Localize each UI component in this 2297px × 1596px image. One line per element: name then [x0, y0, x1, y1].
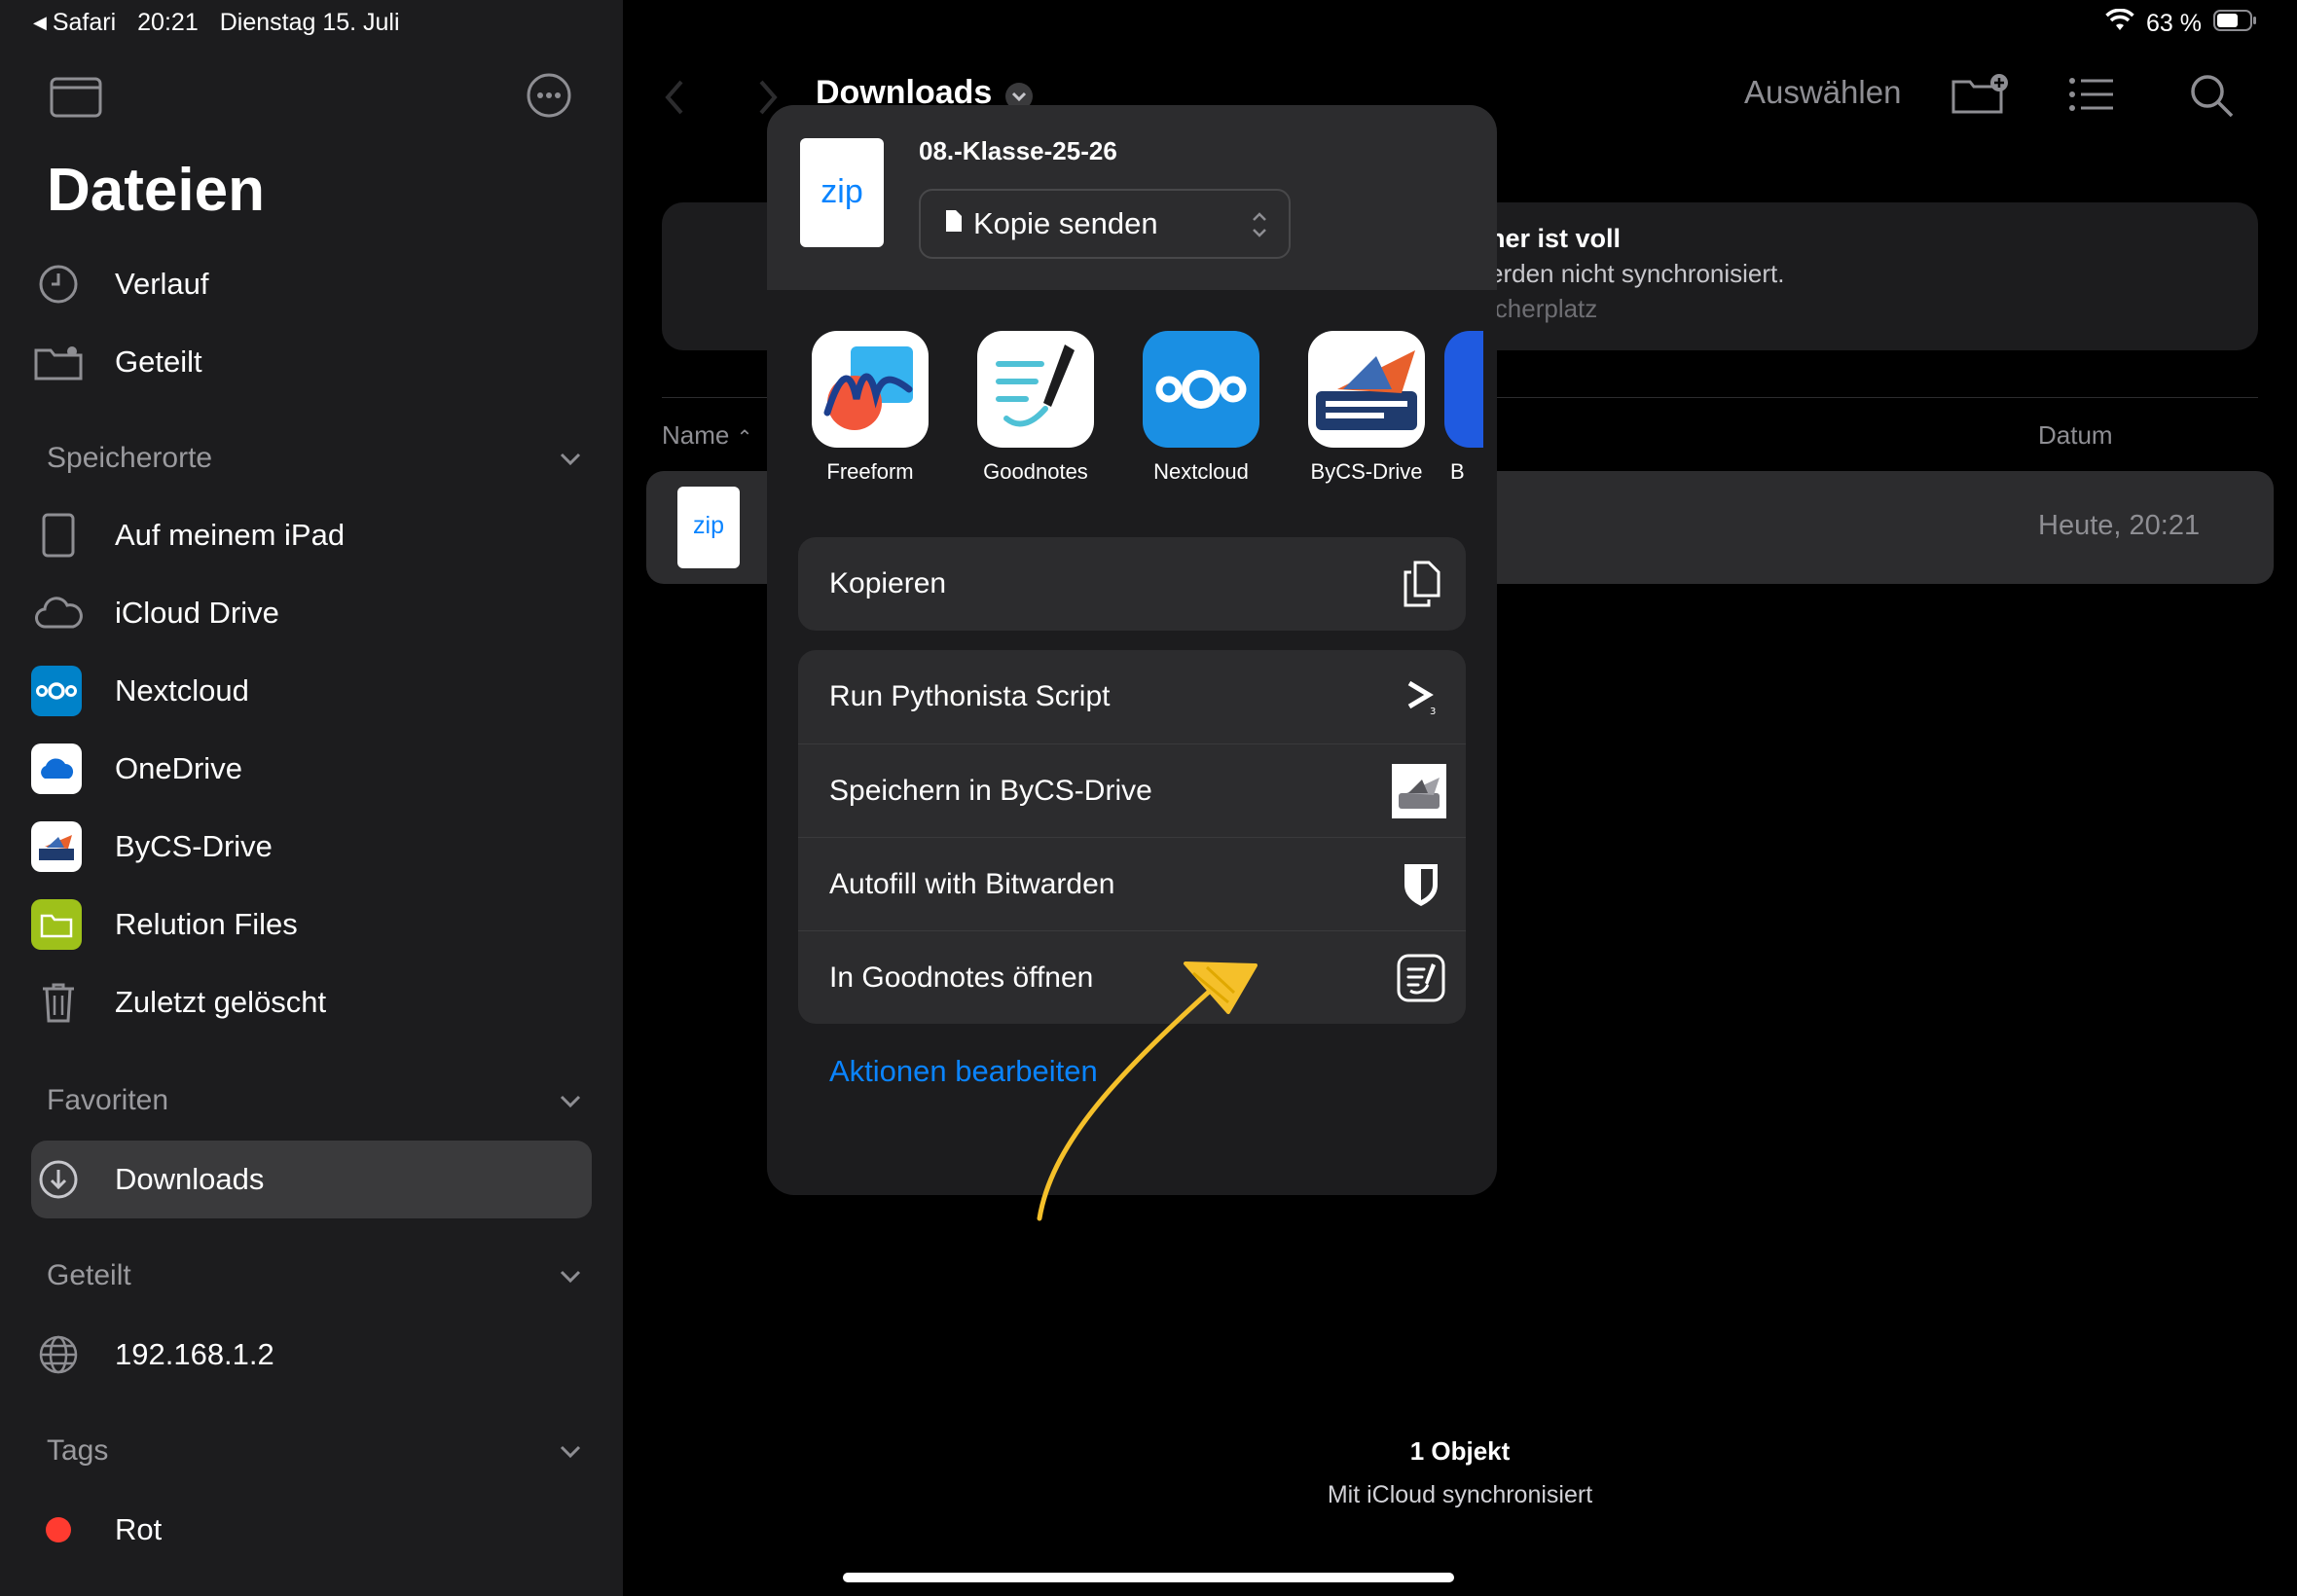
freeform-icon	[812, 331, 929, 448]
sidebar-item-ipad[interactable]: Auf meinem iPad	[31, 504, 592, 566]
actions-group: Run Pythonista Script 3 Speichern in ByC…	[798, 650, 1466, 1024]
chevron-down-icon	[559, 1259, 582, 1292]
goodnotes-open-icon	[1394, 951, 1448, 1005]
ipad-icon	[31, 508, 86, 562]
sidebar-item-onedrive[interactable]: OneDrive	[31, 738, 592, 800]
status-bar: ◀ Safari 20:21 Dienstag 15. Juli 63 %	[0, 0, 2297, 47]
relution-icon	[31, 899, 82, 950]
globe-icon	[31, 1327, 86, 1382]
zip-file-icon: zip	[677, 487, 740, 568]
sidebar-toggle-icon[interactable]	[49, 76, 103, 124]
svg-text:3: 3	[1430, 707, 1436, 716]
clock-icon	[31, 257, 86, 311]
action-open-goodnotes[interactable]: In Goodnotes öffnen	[798, 930, 1466, 1024]
zip-file-icon: zip	[800, 138, 884, 247]
back-chevron-icon[interactable]	[662, 78, 687, 122]
chevron-down-icon	[559, 1084, 582, 1117]
column-header-date[interactable]: Datum	[2038, 420, 2113, 451]
download-circle-icon	[31, 1152, 86, 1207]
sidebar-item-bycs[interactable]: ByCS-Drive	[31, 816, 592, 878]
more-options-icon[interactable]	[526, 72, 572, 124]
sidebar-item-icloud[interactable]: iCloud Drive	[31, 582, 592, 644]
app-row: Freeform Goodnotes Nextcloud ByCS-Drive …	[767, 331, 1497, 496]
battery-percent: 63 %	[2146, 10, 2202, 37]
bitwarden-shield-icon	[1394, 857, 1448, 912]
sidebar-item-trash[interactable]: Zuletzt gelöscht	[31, 971, 592, 1034]
action-save-bycs[interactable]: Speichern in ByCS-Drive	[798, 744, 1466, 837]
sidebar-item-relution[interactable]: Relution Files	[31, 893, 592, 956]
nextcloud-icon	[31, 666, 82, 716]
sync-status: Mit iCloud synchronisiert	[1327, 1481, 1593, 1508]
action-pythonista[interactable]: Run Pythonista Script 3	[798, 650, 1466, 744]
partial-app-icon	[1444, 331, 1483, 448]
status-date: Dienstag 15. Juli	[219, 9, 400, 36]
section-favoriten[interactable]: Favoriten	[47, 1084, 582, 1117]
back-triangle-icon: ◀	[33, 13, 47, 32]
status-time: 20:21	[137, 9, 199, 36]
trash-icon	[31, 975, 86, 1030]
file-date: Heute, 20:21	[2038, 510, 2201, 541]
sidebar-title: Dateien	[47, 157, 265, 224]
pythonista-icon: 3	[1394, 670, 1448, 724]
column-header-name[interactable]: Name ⌃	[662, 420, 752, 451]
tag-dot-icon	[31, 1503, 86, 1557]
app-freeform[interactable]: Freeform	[792, 331, 948, 485]
section-speicherorte[interactable]: Speicherorte	[47, 442, 582, 475]
sort-up-icon: ⌃	[736, 427, 753, 449]
send-mode-dropdown[interactable]: Kopie senden	[919, 189, 1291, 259]
item-count: 1 Objekt	[1409, 1436, 1511, 1466]
home-indicator[interactable]	[843, 1573, 1454, 1582]
select-button[interactable]: Auswählen	[1744, 74, 1901, 111]
onedrive-icon	[31, 744, 82, 794]
bycs-drive-icon	[1392, 764, 1446, 818]
new-folder-icon[interactable]	[1951, 72, 2009, 120]
chevron-down-icon	[559, 442, 582, 475]
sidebar-item-nextcloud[interactable]: Nextcloud	[31, 660, 592, 722]
copy-action-group: Kopieren	[798, 537, 1466, 631]
bycs-drive-icon	[31, 821, 82, 872]
back-to-app-link[interactable]: ◀ Safari	[33, 9, 116, 37]
bycs-drive-icon	[1308, 331, 1425, 448]
app-partial[interactable]: B	[1425, 331, 1497, 485]
nextcloud-icon	[1143, 331, 1259, 448]
app-nextcloud[interactable]: Nextcloud	[1123, 331, 1279, 485]
sidebar-item-verlauf[interactable]: Verlauf	[31, 253, 592, 315]
shared-folder-icon	[31, 335, 86, 389]
share-sheet-header: zip 08.-Klasse-25-26 Kopie senden	[767, 105, 1497, 290]
share-file-name: 08.-Klasse-25-26	[919, 136, 1117, 165]
app-goodnotes[interactable]: Goodnotes	[958, 331, 1113, 485]
goodnotes-icon	[977, 331, 1094, 448]
copy-documents-icon	[1394, 557, 1448, 611]
updown-chevron-icon	[1250, 208, 1269, 249]
sidebar: Dateien Verlauf Geteilt Speicherorte Auf…	[0, 0, 623, 1596]
sidebar-item-downloads[interactable]: Downloads	[31, 1148, 592, 1211]
sidebar-item-geteilt[interactable]: Geteilt	[31, 331, 592, 393]
battery-icon	[2213, 9, 2258, 39]
list-view-icon[interactable]	[2067, 76, 2116, 118]
app-bycs-drive[interactable]: ByCS-Drive	[1289, 331, 1444, 485]
copy-action[interactable]: Kopieren	[798, 537, 1466, 631]
share-sheet: zip 08.-Klasse-25-26 Kopie senden Freefo…	[767, 105, 1497, 1195]
sidebar-item-server[interactable]: 192.168.1.2	[31, 1324, 592, 1386]
edit-actions-link[interactable]: Aktionen bearbeiten	[829, 1054, 1098, 1089]
search-icon[interactable]	[2188, 72, 2235, 124]
cloud-icon	[31, 586, 86, 640]
wifi-icon	[2105, 8, 2134, 39]
action-bitwarden[interactable]: Autofill with Bitwarden	[798, 837, 1466, 930]
document-icon	[944, 206, 964, 241]
section-geteilt[interactable]: Geteilt	[47, 1259, 582, 1292]
